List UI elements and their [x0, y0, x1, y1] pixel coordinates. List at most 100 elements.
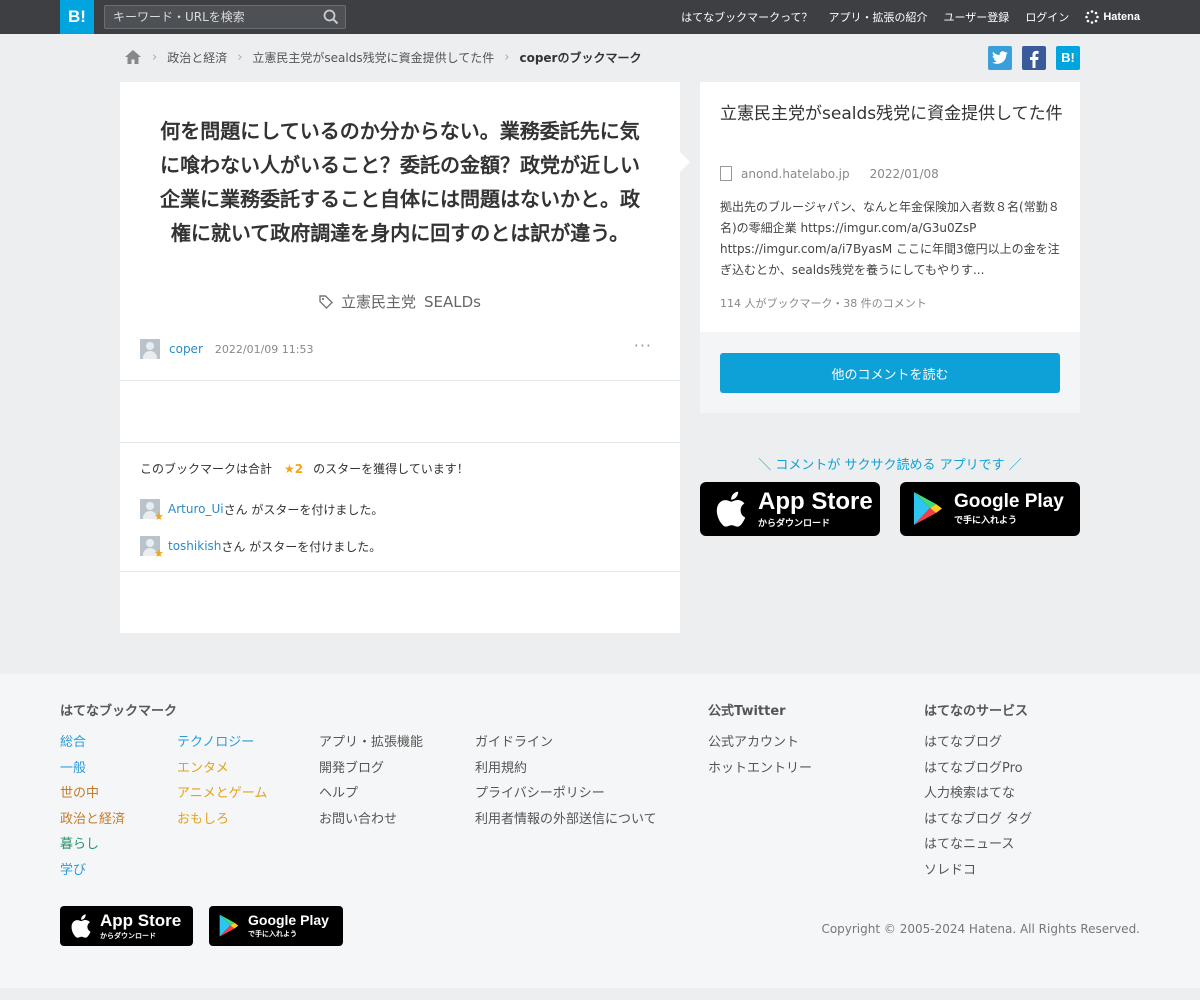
footer-link-knowledge[interactable]: 学び — [60, 858, 125, 884]
nav-about[interactable]: はてなブックマークって？ — [681, 9, 812, 25]
chevron-right-icon: › — [152, 49, 158, 65]
bookmark-comment: 何を問題にしているのか分からない。業務委託先に気に喰わない人がいること？委託の金… — [160, 119, 640, 245]
hatena-brand-link[interactable]: Hatena — [1085, 10, 1140, 24]
footer-link[interactable]: アプリ・拡張機能 — [319, 730, 423, 756]
google-play-badge[interactable]: Google Play で手に入れよう — [900, 482, 1080, 536]
search-box — [104, 5, 346, 29]
bookmark-card: 何を問題にしているのか分からない。業務委託先に気に喰わない人がいること？委託の金… — [120, 82, 680, 633]
bookmark-datetime[interactable]: 2022/01/09 11:53 — [215, 343, 314, 356]
footer-app-store-badge[interactable]: App Store からダウンロード — [60, 906, 193, 946]
stars-summary: このブックマークは合計 ★2 のスターを獲得しています！ — [140, 460, 469, 477]
footer-google-play-badge[interactable]: Google Play で手に入れよう — [209, 906, 343, 946]
footer-link-social[interactable]: 世の中 — [60, 781, 125, 807]
read-comments-button[interactable]: 他のコメントを読む — [720, 353, 1060, 393]
star-count: ★2 — [284, 461, 304, 476]
footer-link[interactable]: お問い合わせ — [319, 807, 423, 833]
search-icon[interactable] — [323, 9, 339, 25]
footer-link[interactable]: ソレドコ — [924, 858, 1032, 884]
footer-link[interactable]: 公式アカウント — [708, 730, 812, 756]
breadcrumb-current: coperのブックマーク — [519, 50, 642, 65]
footer-link[interactable]: プライバシーポリシー — [475, 781, 657, 807]
star-giver-link[interactable]: toshikish — [168, 539, 221, 553]
username-link[interactable]: coper — [169, 342, 203, 356]
footer-services-links: はてなブログ はてなブログPro 人力検索はてな はてなブログ タグ はてなニュ… — [924, 730, 1032, 883]
chevron-right-icon: › — [504, 49, 510, 65]
google-play-label: Google Play — [248, 912, 329, 928]
share-twitter-button[interactable] — [988, 46, 1012, 70]
entry-card: 立憲民主党がsealds残党に資金提供してた件 anond.hatelabo.j… — [700, 82, 1080, 332]
app-store-sublabel: からダウンロード — [758, 518, 831, 529]
nav-login[interactable]: ログイン — [1025, 9, 1069, 25]
footer-categories-2: テクノロジー エンタメ アニメとゲーム おもしろ — [177, 730, 267, 832]
footer-link[interactable]: はてなブログPro — [924, 756, 1032, 782]
star-giver-text: さん がスターを付けました。 — [223, 502, 384, 517]
read-comments-box: 他のコメントを読む — [700, 332, 1080, 413]
footer-link-general[interactable]: 一般 — [60, 756, 125, 782]
hatena-brand-label: Hatena — [1103, 11, 1140, 23]
entry-title-link[interactable]: 立憲民主党がsealds残党に資金提供してた件 — [720, 102, 1064, 126]
footer-link[interactable]: ホットエントリー — [708, 756, 812, 782]
more-options-icon[interactable]: ··· — [634, 336, 652, 355]
footer-link[interactable]: 開発ブログ — [319, 756, 423, 782]
share-facebook-button[interactable] — [1022, 46, 1046, 70]
apple-icon — [71, 914, 91, 938]
footer-link-all[interactable]: 総合 — [60, 730, 125, 756]
tag-link[interactable]: SEALDs — [424, 293, 481, 311]
divider — [120, 380, 680, 381]
entry-domain[interactable]: anond.hatelabo.jp — [741, 167, 850, 181]
bookmark-tags: 立憲民主党 SEALDs — [120, 291, 680, 312]
twitter-icon — [992, 51, 1008, 64]
footer-link-game[interactable]: アニメとゲーム — [177, 781, 267, 807]
footer-link-entertainment[interactable]: エンタメ — [177, 756, 267, 782]
star-giver-row: ★ toshikish さん がスターを付けました。 — [140, 535, 382, 560]
footer-link[interactable]: 人力検索はてな — [924, 781, 1032, 807]
star-giver-link[interactable]: Arturo_Ui — [168, 502, 224, 516]
footer-link[interactable]: 利用規約 — [475, 756, 657, 782]
footer-link[interactable]: はてなニュース — [924, 832, 1032, 858]
app-store-badge[interactable]: App Store からダウンロード — [700, 482, 880, 536]
footer: はてなブックマーク 総合 一般 世の中 政治と経済 暮らし 学び テクノロジー … — [0, 674, 1200, 988]
google-play-icon — [219, 914, 239, 937]
app-store-label: App Store — [758, 487, 873, 515]
footer-links-4: ガイドライン 利用規約 プライバシーポリシー 利用者情報の外部送信について — [475, 730, 657, 832]
breadcrumb: › 政治と経済 › 立憲民主党がsealds残党に資金提供してた件 › cope… — [124, 46, 641, 68]
footer-link-life[interactable]: 暮らし — [60, 832, 125, 858]
footer-link[interactable]: ガイドライン — [475, 730, 657, 756]
stars-prefix: このブックマークは合計 — [140, 462, 273, 476]
nav-register[interactable]: ユーザー登録 — [944, 9, 1010, 25]
top-bar: B! はてなブックマークって？ アプリ・拡張の紹介 ユーザー登録 ログイン Ha… — [0, 0, 1200, 34]
app-store-label: App Store — [100, 910, 182, 930]
tag-link[interactable]: 立憲民主党 — [341, 291, 416, 312]
footer-link-fun[interactable]: おもしろ — [177, 807, 267, 833]
entry-bookmark-count[interactable]: 114 人がブックマーク・38 件のコメント — [720, 295, 927, 311]
star-giver-row: ★ Arturo_Ui さん がスターを付けました。 — [140, 498, 384, 523]
footer-link-it[interactable]: テクノロジー — [177, 730, 267, 756]
nav-apps[interactable]: アプリ・拡張の紹介 — [829, 9, 928, 25]
chevron-right-icon: › — [237, 49, 243, 65]
star-giver-text: さん がスターを付けました。 — [221, 539, 382, 554]
star-icon: ★ — [154, 547, 164, 560]
hatena-dots-icon — [1085, 10, 1100, 24]
breadcrumb-entry[interactable]: 立憲民主党がsealds残党に資金提供してた件 — [252, 49, 494, 66]
star-icon: ★ — [154, 510, 164, 523]
footer-heading-services: はてなのサービス — [924, 704, 1029, 719]
footer-link[interactable]: はてなブログ — [924, 730, 1032, 756]
hatena-bookmark-logo[interactable]: B! — [60, 0, 94, 34]
app-store-sublabel: からダウンロード — [100, 931, 156, 940]
footer-link[interactable]: ヘルプ — [319, 781, 423, 807]
footer-link[interactable]: 利用者情報の外部送信について — [475, 807, 657, 833]
avatar[interactable] — [140, 339, 160, 359]
search-input[interactable] — [105, 6, 315, 28]
breadcrumb-category[interactable]: 政治と経済 — [167, 49, 227, 66]
apple-icon — [716, 491, 746, 527]
entry-meta: anond.hatelabo.jp 2022/01/08 — [720, 166, 939, 181]
footer-link-economics[interactable]: 政治と経済 — [60, 807, 125, 833]
stars-suffix: のスターを獲得しています！ — [313, 462, 469, 476]
divider — [120, 571, 680, 572]
document-icon — [720, 166, 732, 181]
share-hatena-button[interactable]: B! — [1056, 46, 1080, 70]
footer-link[interactable]: はてなブログ タグ — [924, 807, 1032, 833]
home-icon[interactable] — [124, 49, 142, 65]
app-promo-text: ＼ コメントが サクサク読める アプリです ／ — [758, 458, 1022, 473]
footer-twitter-links: 公式アカウント ホットエントリー — [708, 730, 812, 781]
